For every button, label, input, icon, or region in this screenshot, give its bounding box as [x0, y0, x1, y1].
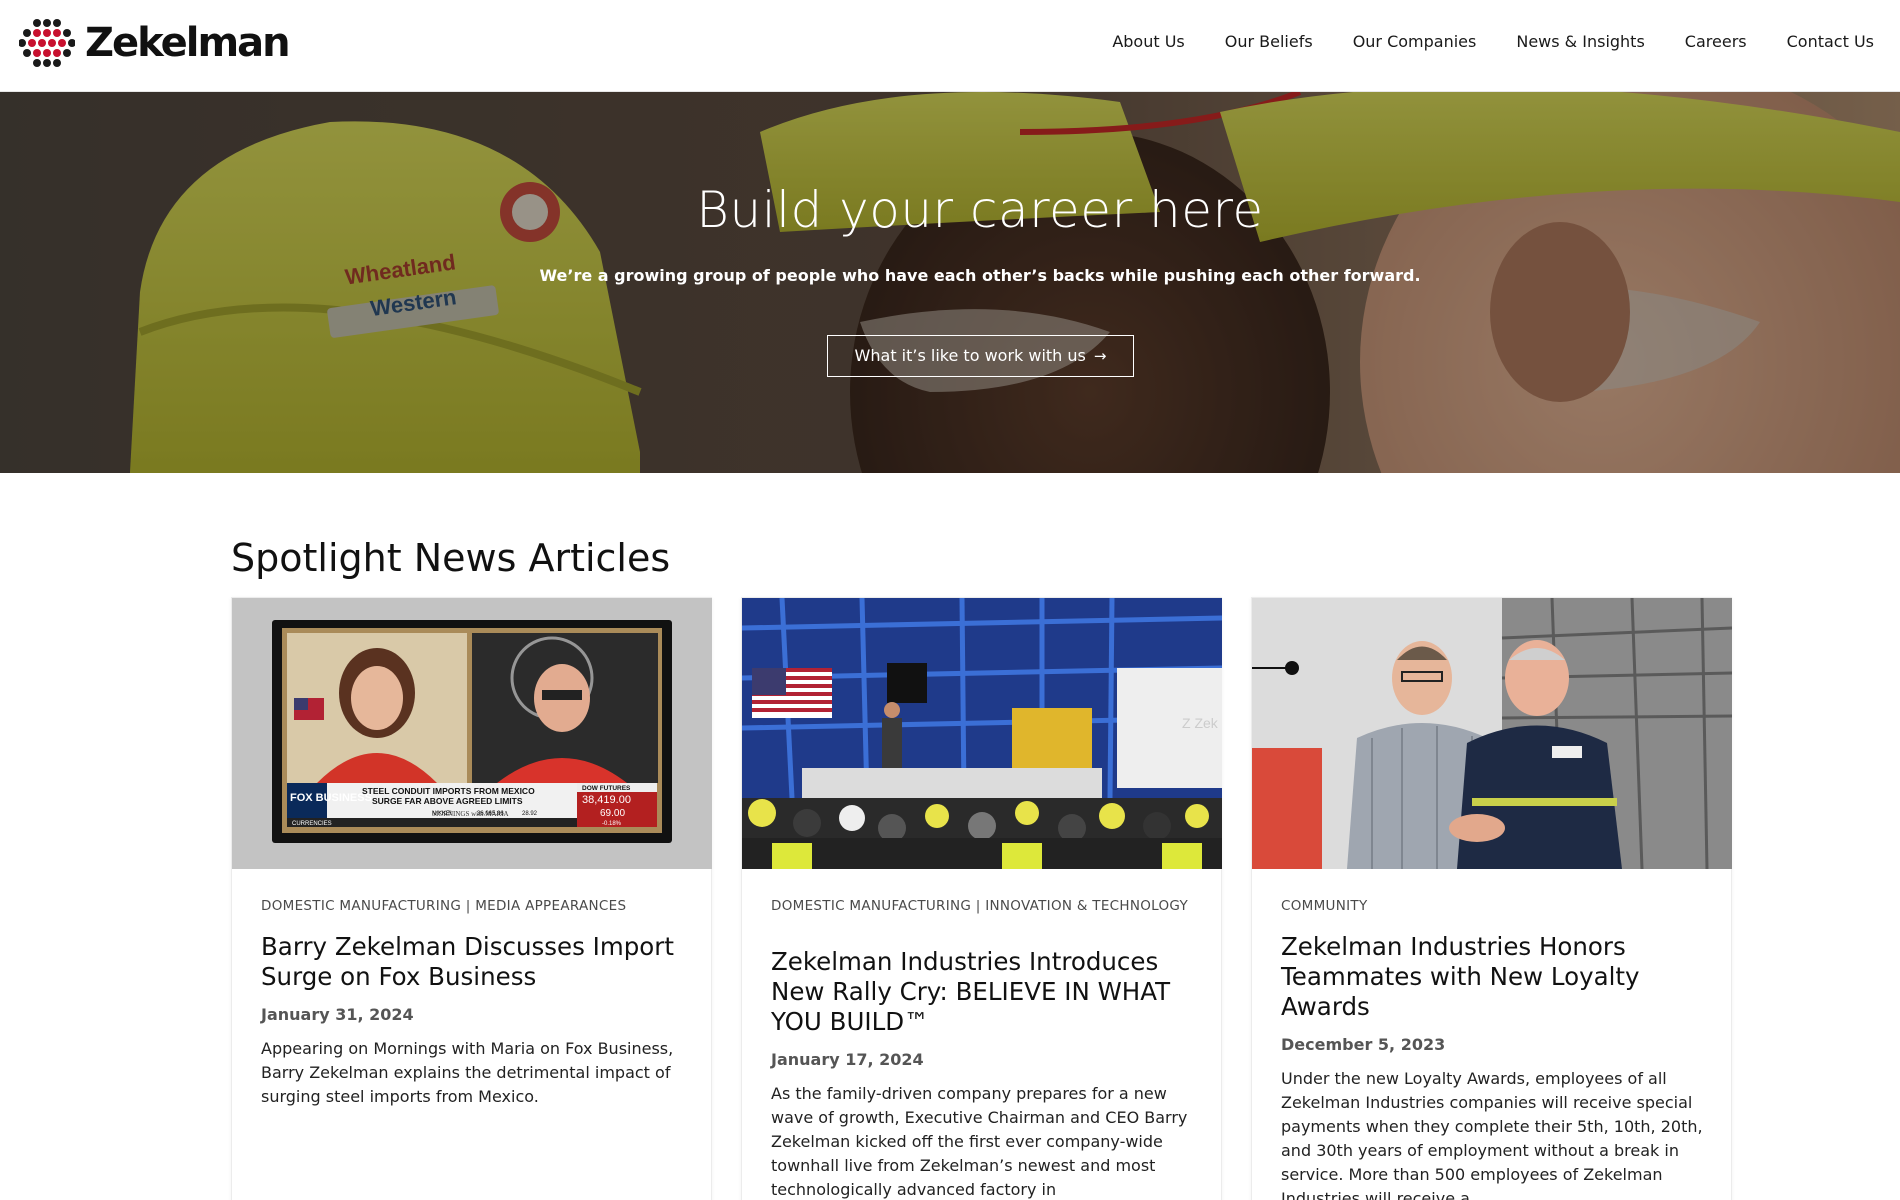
- svg-text:SURGE FAR ABOVE AGREED LIMITS: SURGE FAR ABOVE AGREED LIMITS: [372, 796, 523, 806]
- article-card[interactable]: FOX BUSINESS STEEL CONDUIT IMPORTS FROM …: [231, 597, 712, 1200]
- nav-our-companies[interactable]: Our Companies: [1353, 30, 1477, 54]
- hero-subtitle: We’re a growing group of people who have…: [539, 266, 1421, 285]
- nav-about-us[interactable]: About Us: [1112, 30, 1184, 54]
- arrow-right-icon: →: [1093, 347, 1107, 365]
- nav-our-beliefs[interactable]: Our Beliefs: [1225, 30, 1313, 54]
- hero-title: Build your career here: [696, 181, 1264, 239]
- article-card[interactable]: Z Zek DOMESTIC MANUFACTURING | INNOVATIO…: [741, 597, 1222, 1200]
- work-with-us-button[interactable]: What it’s like to work with us →: [827, 335, 1134, 377]
- article-category: DOMESTIC MANUFACTURING | INNOVATION & TE…: [771, 898, 1189, 914]
- site-header: Zekelman About Us Our Beliefs Our Compan…: [0, 0, 1900, 92]
- article-title[interactable]: Zekelman Industries Introduces New Rally…: [771, 947, 1201, 1037]
- article-date: December 5, 2023: [1281, 1035, 1446, 1054]
- work-with-us-label: What it’s like to work with us: [854, 346, 1086, 365]
- svg-text:CURRENCIES: CURRENCIES: [292, 821, 332, 827]
- svg-text:STEEL CONDUIT IMPORTS FROM MEX: STEEL CONDUIT IMPORTS FROM MEXICO: [362, 786, 535, 796]
- article-image-loyalty-awards[interactable]: [1252, 598, 1732, 869]
- svg-text:FOX BUSINESS: FOX BUSINESS: [290, 792, 372, 804]
- section-title: Spotlight News Articles: [231, 536, 671, 580]
- article-excerpt: Under the new Loyalty Awards, employees …: [1281, 1069, 1703, 1200]
- article-excerpt: Appearing on Mornings with Maria on Fox …: [261, 1039, 674, 1106]
- article-date: January 31, 2024: [261, 1005, 414, 1024]
- svg-text:38,419.00: 38,419.00: [582, 794, 631, 806]
- article-card[interactable]: COMMUNITY Zekelman Industries Honors Tea…: [1251, 597, 1732, 1200]
- svg-text:DOW FUTURES: DOW FUTURES: [582, 785, 631, 792]
- article-excerpt: As the family-driven company prepares fo…: [771, 1084, 1188, 1199]
- nav-careers[interactable]: Careers: [1685, 30, 1747, 54]
- svg-text:-0.18%: -0.18%: [602, 821, 622, 827]
- zekelman-logo[interactable]: Zekelman: [19, 18, 291, 68]
- svg-text:36,065.86: 36,065.86: [477, 811, 504, 817]
- article-date: January 17, 2024: [771, 1050, 924, 1069]
- svg-text:Z Zek: Z Zek: [1182, 715, 1219, 731]
- article-image-fox-business[interactable]: FOX BUSINESS STEEL CONDUIT IMPORTS FROM …: [232, 598, 712, 869]
- nav-contact-us[interactable]: Contact Us: [1787, 30, 1874, 54]
- article-title[interactable]: Zekelman Industries Honors Teammates wit…: [1281, 932, 1711, 1022]
- article-category: COMMUNITY: [1281, 898, 1368, 914]
- svg-text:69.00: 69.00: [600, 808, 625, 819]
- logo-dots-icon: [19, 19, 75, 67]
- article-title[interactable]: Barry Zekelman Discusses Import Surge on…: [261, 932, 691, 992]
- article-image-townhall[interactable]: Z Zek: [742, 598, 1222, 869]
- brand-name: Zekelman: [85, 20, 291, 66]
- svg-text:28.92: 28.92: [522, 811, 538, 817]
- main-nav: About Us Our Beliefs Our Companies News …: [1072, 30, 1874, 54]
- article-category: DOMESTIC MANUFACTURING | MEDIA APPEARANC…: [261, 898, 627, 914]
- svg-text:NIKKEI: NIKKEI: [432, 811, 452, 817]
- hero-banner: Wheatland Western Build your career here…: [0, 92, 1900, 473]
- nav-news-insights[interactable]: News & Insights: [1516, 30, 1644, 54]
